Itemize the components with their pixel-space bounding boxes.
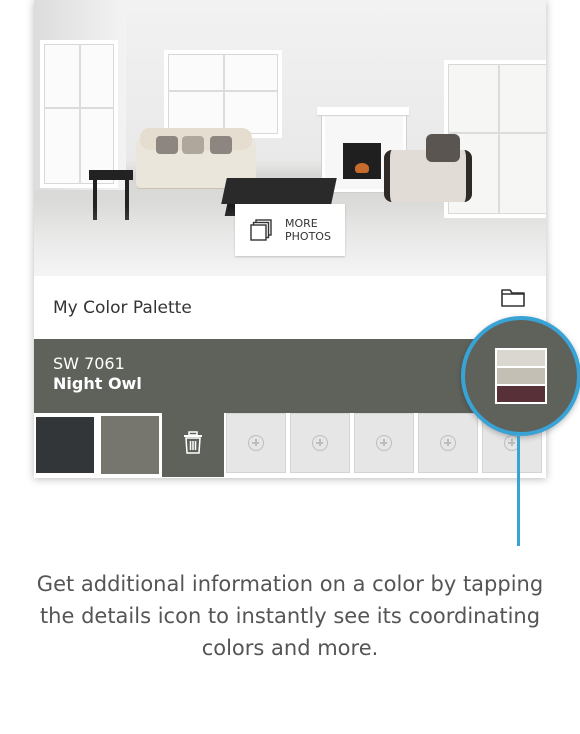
empty-swatch-slot[interactable] xyxy=(226,413,286,473)
coordinating-color-band xyxy=(497,368,545,384)
photo-window xyxy=(164,50,282,138)
add-circle-icon xyxy=(248,435,264,451)
photo-side-table xyxy=(89,170,133,220)
color-details-icon[interactable] xyxy=(495,348,547,404)
trash-icon xyxy=(183,431,203,459)
caption-text: Get additional information on a color by… xyxy=(36,572,544,660)
coordinating-color-band xyxy=(497,386,545,402)
folder-icon[interactable] xyxy=(500,286,526,308)
more-photos-button[interactable]: MORE PHOTOS xyxy=(235,204,345,256)
add-circle-icon xyxy=(376,435,392,451)
empty-swatch-slot[interactable] xyxy=(418,413,478,473)
photo-window xyxy=(40,40,118,188)
delete-button[interactable] xyxy=(162,413,224,477)
color-code: SW 7061 xyxy=(53,354,125,373)
details-callout xyxy=(461,316,580,436)
callout-line xyxy=(517,436,520,546)
palette-swatch[interactable] xyxy=(98,413,162,477)
photo-armchair xyxy=(384,134,472,202)
palette-title: My Color Palette xyxy=(53,298,192,318)
room-photo: MORE PHOTOS xyxy=(34,0,546,276)
empty-swatch-slot[interactable] xyxy=(290,413,350,473)
photos-stack-icon xyxy=(249,218,273,242)
palette-swatch[interactable] xyxy=(34,413,98,477)
photo-coffee-table xyxy=(221,178,337,204)
empty-swatch-slot[interactable] xyxy=(354,413,414,473)
color-name: Night Owl xyxy=(53,374,142,393)
add-circle-icon xyxy=(312,435,328,451)
coordinating-color-band xyxy=(497,350,545,366)
more-photos-label: MORE PHOTOS xyxy=(285,217,331,243)
add-circle-icon xyxy=(440,435,456,451)
